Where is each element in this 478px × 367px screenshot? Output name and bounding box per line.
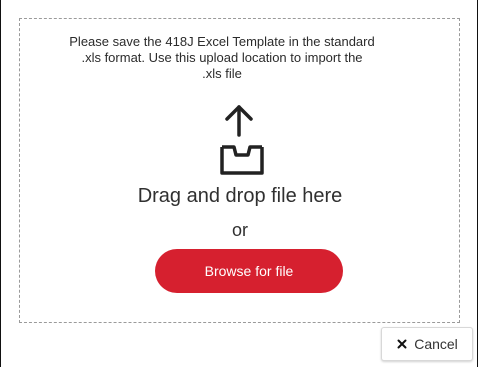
cancel-button[interactable]: Cancel: [381, 327, 473, 361]
close-icon: [396, 338, 408, 350]
cancel-label: Cancel: [414, 336, 458, 352]
or-separator: or: [231, 220, 248, 240]
drag-and-drop-label: Drag and drop file here: [137, 185, 343, 207]
upload-instructions: Please save the 418J Excel Template in t…: [69, 34, 375, 81]
upload-icon: [207, 101, 271, 177]
browse-for-file-button[interactable]: Browse for file: [155, 249, 343, 293]
upload-dialog: Please save the 418J Excel Template in t…: [0, 0, 478, 367]
